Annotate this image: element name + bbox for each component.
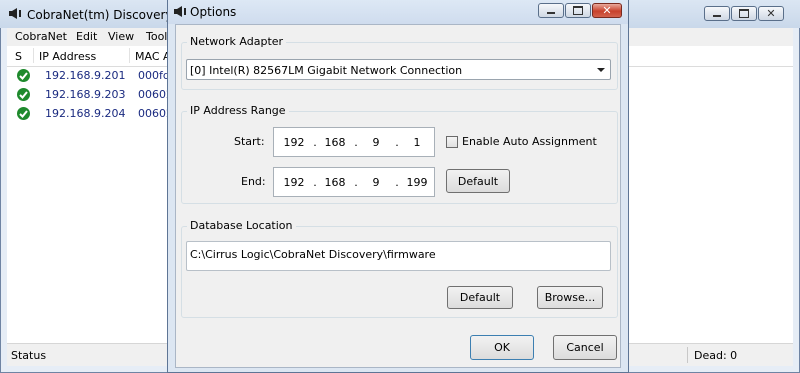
start-ip-octet-4[interactable]: 1 (399, 136, 435, 149)
minimize-icon (547, 12, 555, 14)
network-adapter-label: Network Adapter (187, 35, 287, 48)
auto-assign-checkbox[interactable] (446, 136, 458, 148)
close-icon: ✕ (602, 4, 612, 17)
dialog-close-button[interactable]: ✕ (592, 3, 622, 18)
row-ip: 192.168.9.203 (45, 88, 126, 101)
end-ip-octet-2[interactable]: 168 (317, 176, 353, 189)
dialog-title-bar: Options ✕ (168, 0, 628, 24)
cancel-button[interactable]: Cancel (553, 335, 617, 360)
maximize-icon (739, 9, 749, 18)
chevron-down-icon (597, 68, 605, 72)
main-window-title: CobraNet(tm) Discovery (27, 8, 173, 22)
end-ip-octet-4[interactable]: 199 (399, 176, 435, 189)
database-default-button[interactable]: Default (447, 286, 513, 309)
database-path-input[interactable]: C:\Cirrus Logic\CobraNet Discovery\firmw… (186, 241, 611, 271)
menu-view[interactable]: View (108, 30, 134, 43)
row-mac: 000fd (138, 69, 170, 82)
checkmark-icon (17, 88, 30, 101)
auto-assign-label[interactable]: Enable Auto Assignment (462, 135, 597, 148)
start-ip-octet-1[interactable]: 192 (276, 136, 312, 149)
ok-button[interactable]: OK (470, 335, 534, 360)
database-location-label: Database Location (187, 219, 296, 232)
dialog-maximize-button[interactable] (565, 3, 591, 18)
dialog-minimize-button[interactable] (538, 3, 564, 18)
row-ip: 192.168.9.201 (45, 69, 126, 82)
menu-cobranet[interactable]: CobraNet (15, 30, 67, 43)
network-adapter-select[interactable]: [0] Intel(R) 82567LM Gigabit Network Con… (186, 59, 611, 80)
checkmark-icon (17, 107, 30, 120)
menu-tools[interactable]: Tool (146, 30, 167, 43)
network-adapter-value: [0] Intel(R) 82567LM Gigabit Network Con… (190, 64, 463, 77)
column-mac-address[interactable]: MAC A (135, 50, 171, 63)
column-status[interactable]: S (15, 50, 22, 63)
maximize-button[interactable] (731, 6, 757, 21)
ip-range-default-button[interactable]: Default (446, 169, 510, 193)
end-ip-octet-3[interactable]: 9 (358, 176, 394, 189)
start-ip-field[interactable]: 192 . 168 . 9 . 1 (273, 127, 435, 157)
start-ip-octet-3[interactable]: 9 (358, 136, 394, 149)
dialog-title: Options (190, 5, 237, 19)
dead-count: Dead: 0 (694, 349, 738, 362)
end-ip-octet-1[interactable]: 192 (276, 176, 312, 189)
speaker-app-icon (8, 7, 22, 23)
end-label: End: (241, 175, 266, 188)
checkmark-icon (17, 69, 30, 82)
status-text: Status (11, 349, 47, 362)
table-row[interactable]: 192.168.9.204 00602 (7, 105, 177, 123)
minimize-icon (713, 15, 721, 17)
ip-range-label: IP Address Range (187, 104, 289, 117)
start-ip-octet-2[interactable]: 168 (317, 136, 353, 149)
table-row[interactable]: 192.168.9.203 00602 (7, 86, 177, 104)
browse-button[interactable]: Browse... (537, 286, 603, 309)
row-ip: 192.168.9.204 (45, 107, 126, 120)
end-ip-field[interactable]: 192 . 168 . 9 . 199 (273, 167, 435, 197)
close-button[interactable]: ✕ (758, 6, 784, 21)
maximize-icon (573, 6, 583, 15)
database-path-value: C:\Cirrus Logic\CobraNet Discovery\firmw… (190, 248, 436, 261)
menu-edit[interactable]: Edit (76, 30, 97, 43)
table-row[interactable]: 192.168.9.201 000fd (7, 67, 177, 85)
speaker-app-icon (173, 5, 187, 21)
start-label: Start: (234, 135, 265, 148)
close-icon: ✕ (766, 7, 776, 20)
column-ip-address[interactable]: IP Address (39, 50, 96, 63)
minimize-button[interactable] (704, 6, 730, 21)
